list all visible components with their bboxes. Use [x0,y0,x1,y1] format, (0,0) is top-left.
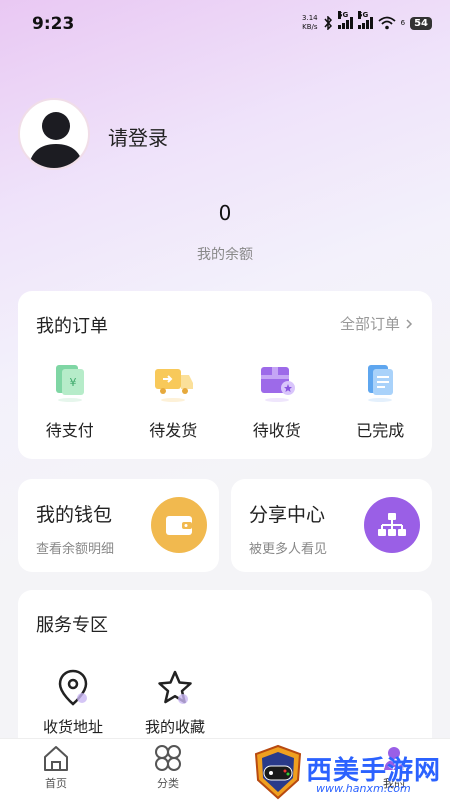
service-favorites[interactable]: 我的收藏 [125,668,225,737]
signal-2-label: 5G [357,11,369,19]
orders-card: 我的订单 全部订单 ¥ 待支付 待发货 待收货 已完成 [18,291,432,459]
login-link[interactable]: 请登录 [108,122,168,151]
battery-indicator: 54 [410,16,432,30]
wallet-icon [151,497,207,553]
wallet-title: 我的钱包 [36,504,113,526]
wallet-card[interactable]: 我的钱包 查看余额明细 [18,479,219,572]
nav-home[interactable]: 首页 [16,743,96,791]
all-orders-label: 全部订单 [339,315,400,333]
order-pending-receipt[interactable]: 待收货 [225,359,329,441]
wallet-subtitle: 查看余额明细 [36,542,115,557]
shipping-truck-icon [155,369,194,402]
avatar[interactable] [18,98,90,170]
watermark-gamepad-logo [254,744,302,800]
order-pending-payment[interactable]: ¥ 待支付 [18,359,122,441]
net-speed-value: 3.14 [302,14,318,22]
svg-text:¥: ¥ [69,376,76,389]
nav-label: 首页 [45,777,67,790]
watermark-url: www.hanxm.com [316,782,411,795]
wifi-sub-label: 6 [400,19,406,27]
signal-icon-2: 5G [357,11,373,29]
service-label: 我的收藏 [144,718,205,736]
service-address[interactable]: 收货地址 [23,668,123,737]
balance-label: 我的余额 [197,247,253,263]
wifi-icon [378,16,396,30]
net-speed: 3.14 KB/s [302,14,318,32]
net-speed-unit: KB/s [302,23,318,31]
user-silhouette-icon [28,112,84,168]
order-label: 待收货 [252,421,301,440]
service-label: 收货地址 [42,718,103,736]
home-icon [44,746,68,771]
signal-icon-1: 5G [337,11,353,29]
chevron-right-icon [406,318,413,329]
order-pending-shipment[interactable]: 待发货 [122,359,226,441]
orders-row: ¥ 待支付 待发货 待收货 已完成 [18,359,432,441]
location-pin-icon [58,669,88,706]
status-indicators: 3.14 KB/s 5G 5G 6 54 [302,11,432,32]
signal-1-label: 5G [337,11,349,19]
receive-box-icon [260,367,295,402]
share-subtitle: 被更多人看见 [249,542,328,557]
status-bar: 9:23 3.14 KB/s 5G 5G 6 54 [0,0,450,48]
service-title: 服务专区 [36,615,108,636]
all-orders-link[interactable]: 全部订单 [340,313,414,334]
order-label: 待支付 [45,421,94,440]
share-title: 分享中心 [249,504,326,526]
share-card[interactable]: 分享中心 被更多人看见 [231,479,432,572]
orders-title: 我的订单 [36,316,108,337]
completed-doc-icon [368,365,394,402]
nav-label: 分类 [157,777,179,790]
payment-icon: ¥ [55,365,84,402]
order-completed[interactable]: 已完成 [329,359,433,441]
share-tree-icon [364,497,420,553]
balance-value: 0 [218,201,232,225]
bluetooth-icon [324,16,332,30]
nav-category[interactable]: 分类 [128,743,208,791]
order-label: 已完成 [356,421,405,440]
star-icon [158,670,192,704]
order-label: 待发货 [149,421,198,440]
category-icon [155,745,181,771]
status-time: 9:23 [32,14,75,34]
